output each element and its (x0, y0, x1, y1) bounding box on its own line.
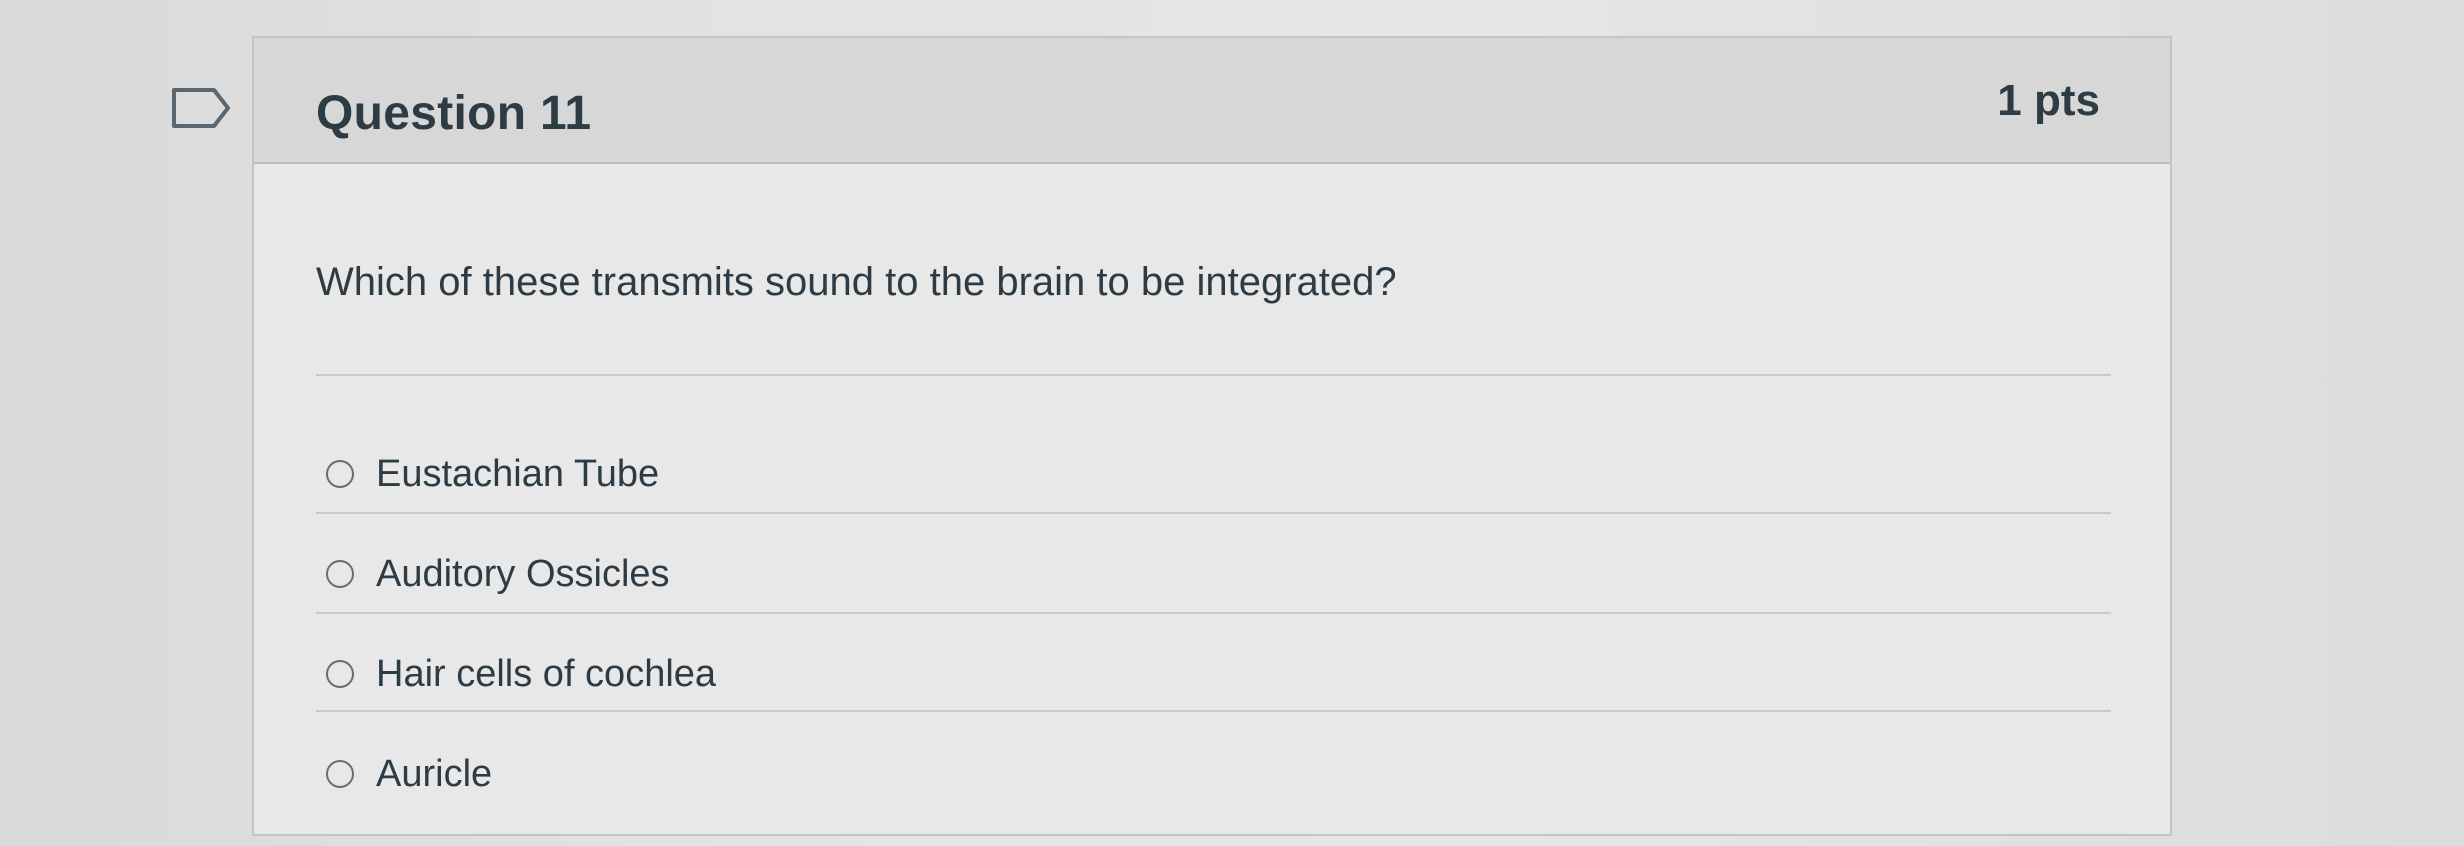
radio-button-icon[interactable] (326, 760, 354, 788)
answer-label: Eustachian Tube (376, 452, 660, 495)
radio-button-icon[interactable] (326, 660, 354, 688)
radio-button-icon[interactable] (326, 560, 354, 588)
flag-question-icon[interactable] (170, 86, 234, 130)
divider (316, 612, 2111, 614)
radio-button-icon[interactable] (326, 460, 354, 488)
question-title: Question 11 (316, 87, 592, 140)
answer-label: Hair cells of cochlea (376, 652, 717, 695)
answer-option-eustachian-tube[interactable]: Eustachian Tube (326, 444, 659, 504)
answer-label: Auricle (376, 752, 493, 795)
answer-label: Auditory Ossicles (376, 552, 670, 595)
question-text: Which of these transmits sound to the br… (316, 260, 1397, 304)
divider (316, 512, 2111, 514)
answer-option-auricle[interactable]: Auricle (326, 744, 492, 804)
answer-option-auditory-ossicles[interactable]: Auditory Ossicles (326, 544, 670, 604)
question-card: Question 11 1 pts Which of these transmi… (252, 36, 2172, 836)
divider (316, 710, 2111, 712)
question-points: 1 pts (1997, 76, 2100, 125)
divider (316, 374, 2111, 376)
answer-option-hair-cells-of-cochlea[interactable]: Hair cells of cochlea (326, 644, 716, 704)
question-header: Question 11 1 pts (254, 38, 2170, 164)
